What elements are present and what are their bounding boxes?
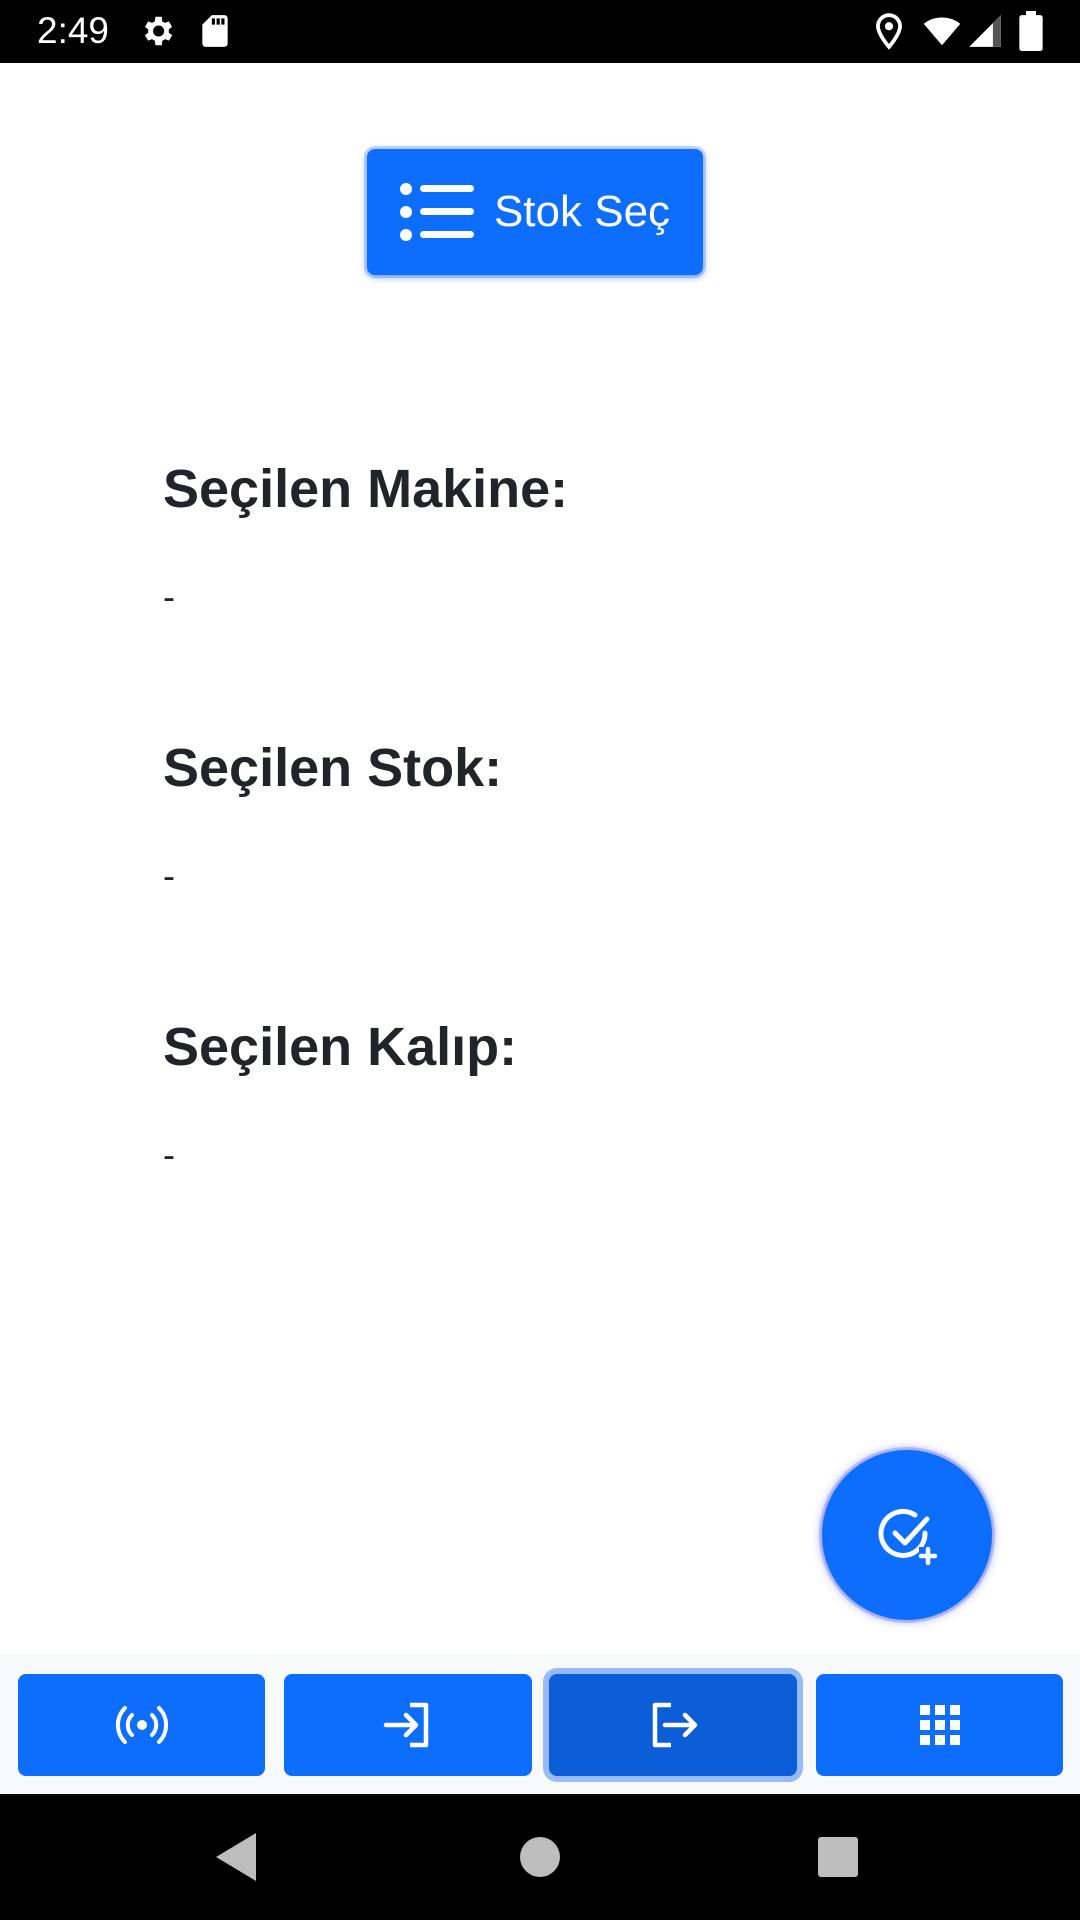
tab-broadcast[interactable] <box>18 1674 265 1776</box>
wifi-icon <box>923 17 961 46</box>
selected-mold-title: Seçilen Kalıp: <box>163 1017 518 1077</box>
system-nav-bar <box>0 1794 1080 1920</box>
confirm-fab-button[interactable] <box>822 1450 992 1620</box>
tab-login[interactable] <box>284 1674 532 1776</box>
tab-apps[interactable] <box>816 1674 1063 1776</box>
list-icon <box>399 183 474 241</box>
broadcast-icon <box>115 1706 168 1744</box>
check-circle-plus-icon <box>878 1508 938 1566</box>
selected-stock-title: Seçilen Stok: <box>163 738 503 798</box>
status-bar: 2:49 <box>0 0 1080 63</box>
settings-icon <box>144 16 173 46</box>
selected-mold-value: - <box>163 1134 175 1175</box>
sd-card-icon <box>202 15 228 47</box>
bottom-tab-bar <box>0 1654 1080 1794</box>
login-icon <box>383 1702 429 1748</box>
battery-icon <box>1019 11 1043 51</box>
selected-machine-title: Seçilen Makine: <box>163 459 569 519</box>
screen: 2:49 Stok Seç Seçilen Makine: - Seçilen … <box>0 0 1080 1920</box>
logout-icon <box>652 1702 698 1748</box>
status-time: 2:49 <box>37 10 110 51</box>
stok-sec-label: Stok Seç <box>493 187 671 236</box>
tab-logout[interactable] <box>549 1674 797 1776</box>
signal-icon <box>969 15 1001 47</box>
location-icon <box>876 13 902 50</box>
selected-stock-value: - <box>163 855 175 896</box>
home-icon[interactable] <box>510 1827 570 1887</box>
recents-icon[interactable] <box>808 1827 868 1887</box>
selected-machine-value: - <box>163 576 175 617</box>
back-icon[interactable] <box>208 1827 268 1887</box>
grid-icon <box>919 1705 960 1745</box>
stok-sec-button[interactable]: Stok Seç <box>367 149 703 275</box>
